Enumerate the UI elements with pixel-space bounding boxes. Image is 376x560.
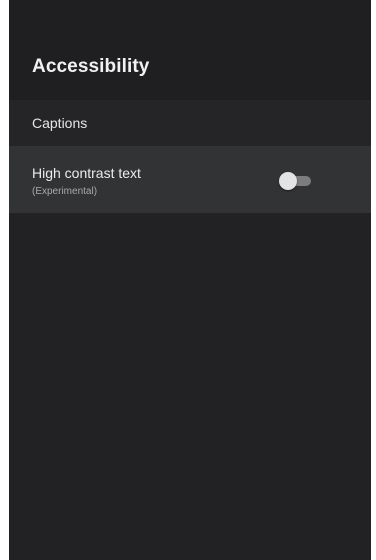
settings-item-sublabel: (Experimental) — [32, 186, 98, 197]
settings-item-label: High contrast text — [32, 165, 141, 181]
settings-item-high-contrast-text[interactable]: High contrast text (Experimental) — [9, 146, 371, 213]
panel-header: Accessibility — [9, 0, 371, 100]
toggle-thumb — [279, 172, 297, 190]
settings-item-label: Captions — [32, 115, 88, 131]
settings-item-captions[interactable]: Captions — [9, 100, 371, 146]
high-contrast-text-toggle[interactable] — [277, 170, 315, 192]
page-title: Accessibility — [32, 56, 150, 77]
settings-panel: Accessibility Captions High contrast tex… — [9, 0, 371, 560]
